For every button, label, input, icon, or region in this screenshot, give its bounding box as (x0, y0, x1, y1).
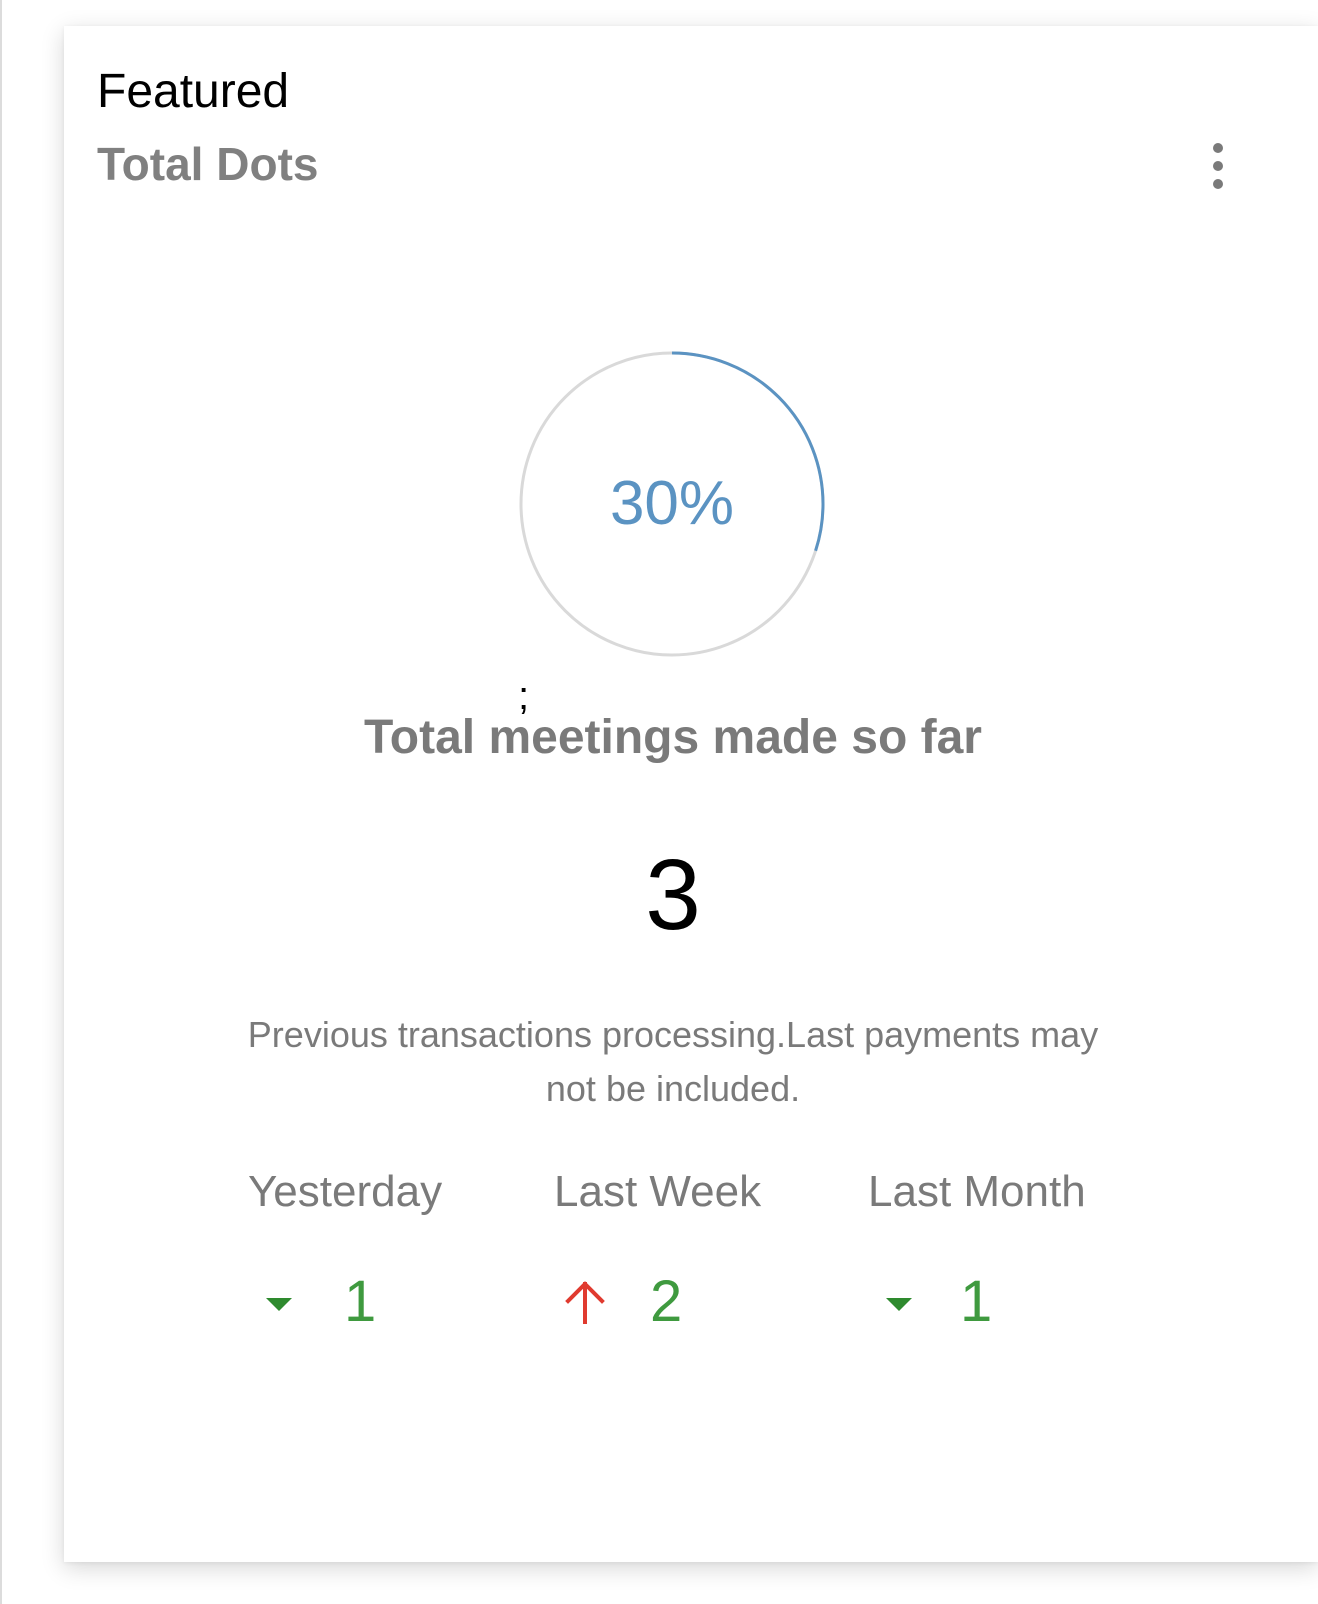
stat-value: 2 (650, 1269, 683, 1334)
summary-caption: Total meetings made so far (364, 711, 982, 764)
stat-value: 1 (960, 1269, 993, 1334)
stat-yesterday: Yesterday 1 (248, 1164, 443, 1334)
stat-label: Last Month (868, 1167, 1086, 1216)
caret-down-icon (266, 1298, 292, 1311)
card-title: Featured (97, 65, 290, 118)
featured-card: Featured Total Dots 30% ; Total meetings… (64, 26, 1318, 1562)
stat-last-month: Last Month 1 (868, 1164, 1086, 1334)
stat-value: 1 (344, 1269, 377, 1334)
stat-label: Yesterday (248, 1167, 443, 1216)
menu-dot (1213, 143, 1223, 153)
menu-dot (1213, 161, 1223, 171)
stat-label: Last Week (554, 1167, 762, 1216)
caret-down-icon (886, 1298, 912, 1311)
summary-note: Previous transactions processing.Last pa… (247, 1014, 1099, 1109)
more-vertical-icon[interactable] (1190, 138, 1246, 194)
progress-circle: 30% (518, 350, 826, 658)
progress-percent-label: 30% (609, 469, 735, 538)
card-subtitle: Total Dots (97, 138, 319, 190)
stat-last-week: Last Week 2 (554, 1164, 762, 1334)
menu-dot (1213, 179, 1223, 189)
arrow-up-icon (565, 1281, 605, 1324)
page-left-border (0, 0, 2, 1604)
summary-total-value: 3 (645, 839, 701, 951)
